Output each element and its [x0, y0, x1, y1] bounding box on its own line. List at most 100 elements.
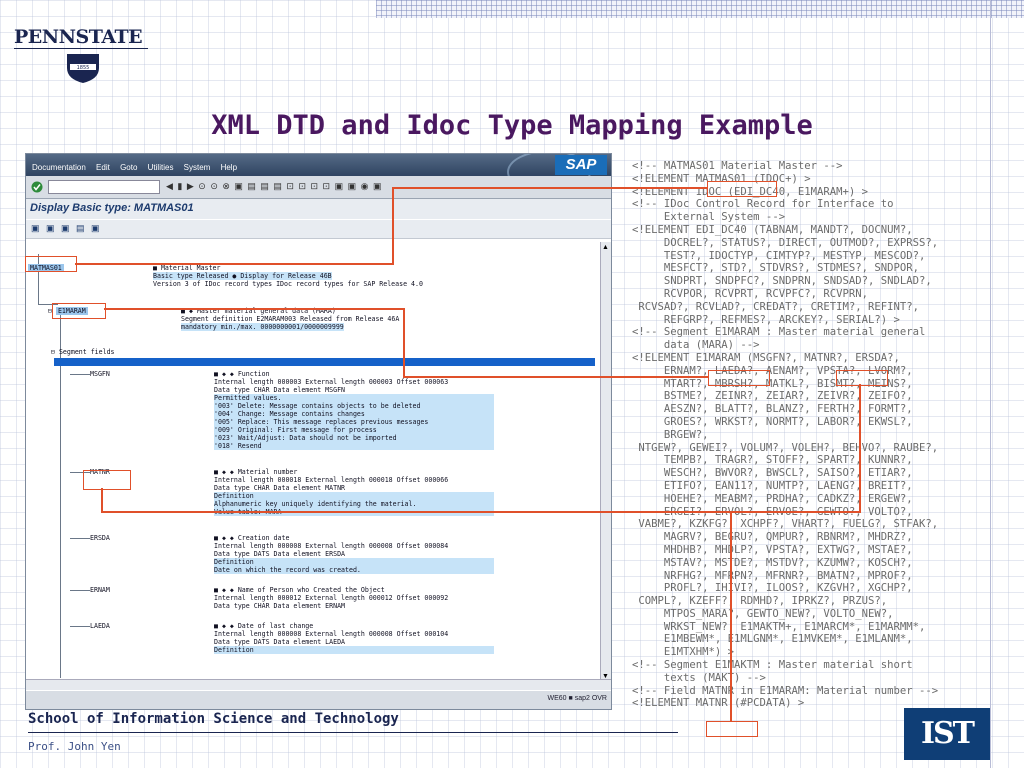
field-line: Alphanumeric key uniquely identifying th… — [214, 500, 494, 508]
vertical-scrollbar[interactable]: ▲ ▼ — [600, 242, 611, 682]
enter-icon[interactable] — [31, 181, 43, 193]
menu-help[interactable]: Help — [221, 163, 237, 172]
dtd-code-line: TEMPB?, TRAGR?, STOFF?, SPART?, KUNNR?, — [632, 454, 913, 467]
callout-box-matnr-dtd — [836, 370, 888, 386]
field-line: Definition — [214, 492, 494, 500]
callout-box-matnr-element — [706, 721, 758, 737]
dtd-code-line: <!ELEMENT EDI_DC40 (TABNAM, MANDT?, DOCN… — [632, 223, 913, 236]
menu-edit[interactable]: Edit — [96, 163, 110, 172]
field-line: Data type CHAR Data element ERNAM — [214, 602, 346, 610]
field-msgfn[interactable]: MSGFN — [90, 370, 110, 378]
dtd-code-line: <!ELEMENT E1MARAM (MSGFN?, MATNR?, ERSDA… — [632, 351, 900, 364]
tree-connector — [70, 626, 90, 627]
callout-line — [730, 511, 732, 721]
callout-line — [403, 376, 708, 378]
application-toolbar-icons[interactable]: ▣ ▣ ▣ ▤ ▣ — [31, 223, 102, 234]
selection-bar — [54, 358, 595, 366]
sap-status-bar: WE60 ■ sap2 OVR — [26, 691, 611, 709]
dtd-code-line: <!-- Segment E1MAKTM : Master material s… — [632, 659, 913, 672]
dtd-code-line: DOCREL?, STATUS?, DIRECT, OUTMOD?, EXPRS… — [632, 236, 939, 249]
field-ernam[interactable]: ERNAM — [90, 586, 110, 594]
callout-line — [392, 187, 394, 265]
screen-title: Display Basic type: MATMAS01 — [30, 202, 194, 214]
scroll-up-icon[interactable]: ▲ — [602, 244, 609, 251]
menu-system[interactable]: System — [184, 163, 211, 172]
logo-underline — [14, 48, 148, 49]
dtd-code-line: WRKST_NEW?, E1MAKTM+, E1MARCM*, E1MARMM*… — [632, 620, 926, 633]
dtd-code-line: <!-- Field MATNR in E1MARAM: Material nu… — [632, 684, 939, 697]
callout-line — [403, 308, 405, 378]
dtd-code-line: NRFHG?, MFRPN?, MFRNR?, BMATN?, MPROF?, — [632, 569, 913, 582]
top-decorative-band — [376, 0, 1024, 18]
field-line: ■ ◆ ◆ Name of Person who Created the Obj… — [214, 586, 385, 594]
dtd-code-line: BSTME?, ZEINR?, ZEIAR?, ZEIVR?, ZEIFO?, — [632, 390, 913, 403]
dtd-code-line: HOEHE?, MEABM?, PRDHA?, CADKZ?, ERGEW?, — [632, 492, 913, 505]
expand-icon[interactable]: ⊟ — [51, 348, 59, 356]
dtd-code-line: MESFCT?, STD?, STDVRS?, STDMES?, SNDPOR, — [632, 262, 920, 275]
field-line: '003' Delete: Message contains objects t… — [214, 402, 494, 410]
field-ersda[interactable]: ERSDA — [90, 534, 110, 542]
field-line: Data type DATS Data element LAEDA — [214, 638, 346, 646]
command-field[interactable] — [48, 180, 160, 194]
field-line: '004' Change: Message contains changes — [214, 410, 494, 418]
dtd-code-line: E1MBEWM*, E1MLGNM*, E1MVKEM*, E1MLANM*, — [632, 633, 913, 646]
menu-goto[interactable]: Goto — [120, 163, 137, 172]
callout-line — [392, 187, 707, 189]
tree-connector — [70, 590, 90, 591]
field-line: Definition — [214, 558, 494, 566]
callout-line — [101, 488, 103, 512]
field-line: ■ ◆ ◆ Material number — [214, 468, 298, 476]
menu-utilities[interactable]: Utilities — [148, 163, 174, 172]
dtd-code-line: BRGEW?, — [632, 428, 709, 441]
tree-connector — [70, 374, 90, 375]
dtd-code-line: GROES?, WRKST?, NORMT?, LABOR?, EKWSL?, — [632, 415, 913, 428]
slide-title: XML DTD and Idoc Type Mapping Example — [211, 110, 813, 141]
shield-icon: 1855 — [67, 54, 99, 83]
callout-line — [75, 263, 392, 265]
field-line: ■ ◆ ◆ Function — [214, 370, 270, 378]
root-version-info: Version 3 of IDoc record types IDoc reco… — [153, 280, 423, 288]
logo-year: 1855 — [77, 65, 90, 71]
footer-author: Prof. John Yen — [28, 740, 121, 753]
horizontal-scrollbar[interactable] — [26, 679, 611, 690]
field-line: Date on which the record was created. — [214, 566, 494, 574]
segment-fields-label: Segment fields — [58, 348, 115, 356]
dtd-code-line: MTPOS_MARA?, GEWTO_NEW?, VOLTO_NEW?, — [632, 607, 894, 620]
field-line: Definition — [214, 646, 494, 654]
logo-text: PENNSTATE — [14, 26, 143, 48]
root-description: ■ Material Master — [153, 264, 221, 272]
field-line: '009' Original: First message for proces… — [214, 426, 494, 434]
dtd-code-line: MHDHB?, MHDLP?, VPSTA?, EXTWG?, MSTAE?, — [632, 543, 913, 556]
field-line: Internal length 000008 External length 0… — [214, 542, 449, 550]
pennstate-logo: PENNSTATE 1855 — [14, 26, 154, 86]
field-line: Data type CHAR Data element MSGFN — [214, 386, 346, 394]
field-line: Internal length 000003 External length 0… — [214, 378, 449, 386]
field-line: Data type DATS Data element ERSDA — [214, 550, 346, 558]
segment-cardinality: mandatory min./max. 0000000001/000000999… — [181, 323, 344, 331]
callout-box-matmas01-dtd — [707, 181, 777, 197]
dtd-code-line: TEST?, IDOCTYP, CIMTYP?, MESTYP, MESCOD?… — [632, 249, 926, 262]
ist-logo: IST — [904, 708, 990, 760]
field-laeda[interactable]: LAEDA — [90, 622, 110, 630]
sap-menubar: Documentation Edit Goto Utilities System… — [26, 154, 611, 194]
dtd-code-line: <!-- IDoc Control Record for Interface t… — [632, 198, 894, 211]
sap-window: Documentation Edit Goto Utilities System… — [25, 153, 612, 710]
dtd-code-line: MAGRV?, BEGRU?, QMPUR?, RBNRM?, MHDRZ?, — [632, 531, 913, 544]
callout-box-matnr — [83, 470, 131, 490]
segment-definition: Segment definition E2MARAM003 Released f… — [181, 315, 400, 323]
sap-logo: SAP — [555, 155, 607, 175]
menu-documentation[interactable]: Documentation — [32, 163, 86, 172]
toolbar-icons[interactable]: ◀ ▮ ▶ ⊙ ⊙ ⊗ ▣ ▤ ▤ ▤ ⊡ ⊡ ⊡ ⊡ ▣ ▣ ◉ ▣ — [166, 181, 382, 192]
dtd-code-line: WESCH?, BWVOR?, BWSCL?, SAISO?, ETIAR?, — [632, 467, 913, 480]
field-line: '023' Wait/Adjust: Data should not be im… — [214, 434, 494, 442]
sap-application-toolbar: ▣ ▣ ▣ ▤ ▣ — [26, 220, 611, 239]
dtd-code-line: <!-- Segment E1MARAM : Master material g… — [632, 326, 926, 339]
callout-line — [104, 308, 405, 310]
field-line: Internal length 000018 External length 0… — [214, 476, 449, 484]
dtd-code-line: External System --> — [632, 211, 786, 224]
callout-box-e1maram-dtd — [708, 370, 770, 386]
dtd-code-line: VABME?, KZKFG?, XCHPF?, VHART?, FUELG?, … — [632, 518, 939, 531]
field-line: ■ ◆ ◆ Creation date — [214, 534, 290, 542]
dtd-code-line: REFGRP?, REFMES?, ARCKEY?, SERIAL?) > — [632, 313, 900, 326]
dtd-code-line: AESZN?, BLATT?, BLANZ?, FERTH?, FORMT?, — [632, 403, 913, 416]
